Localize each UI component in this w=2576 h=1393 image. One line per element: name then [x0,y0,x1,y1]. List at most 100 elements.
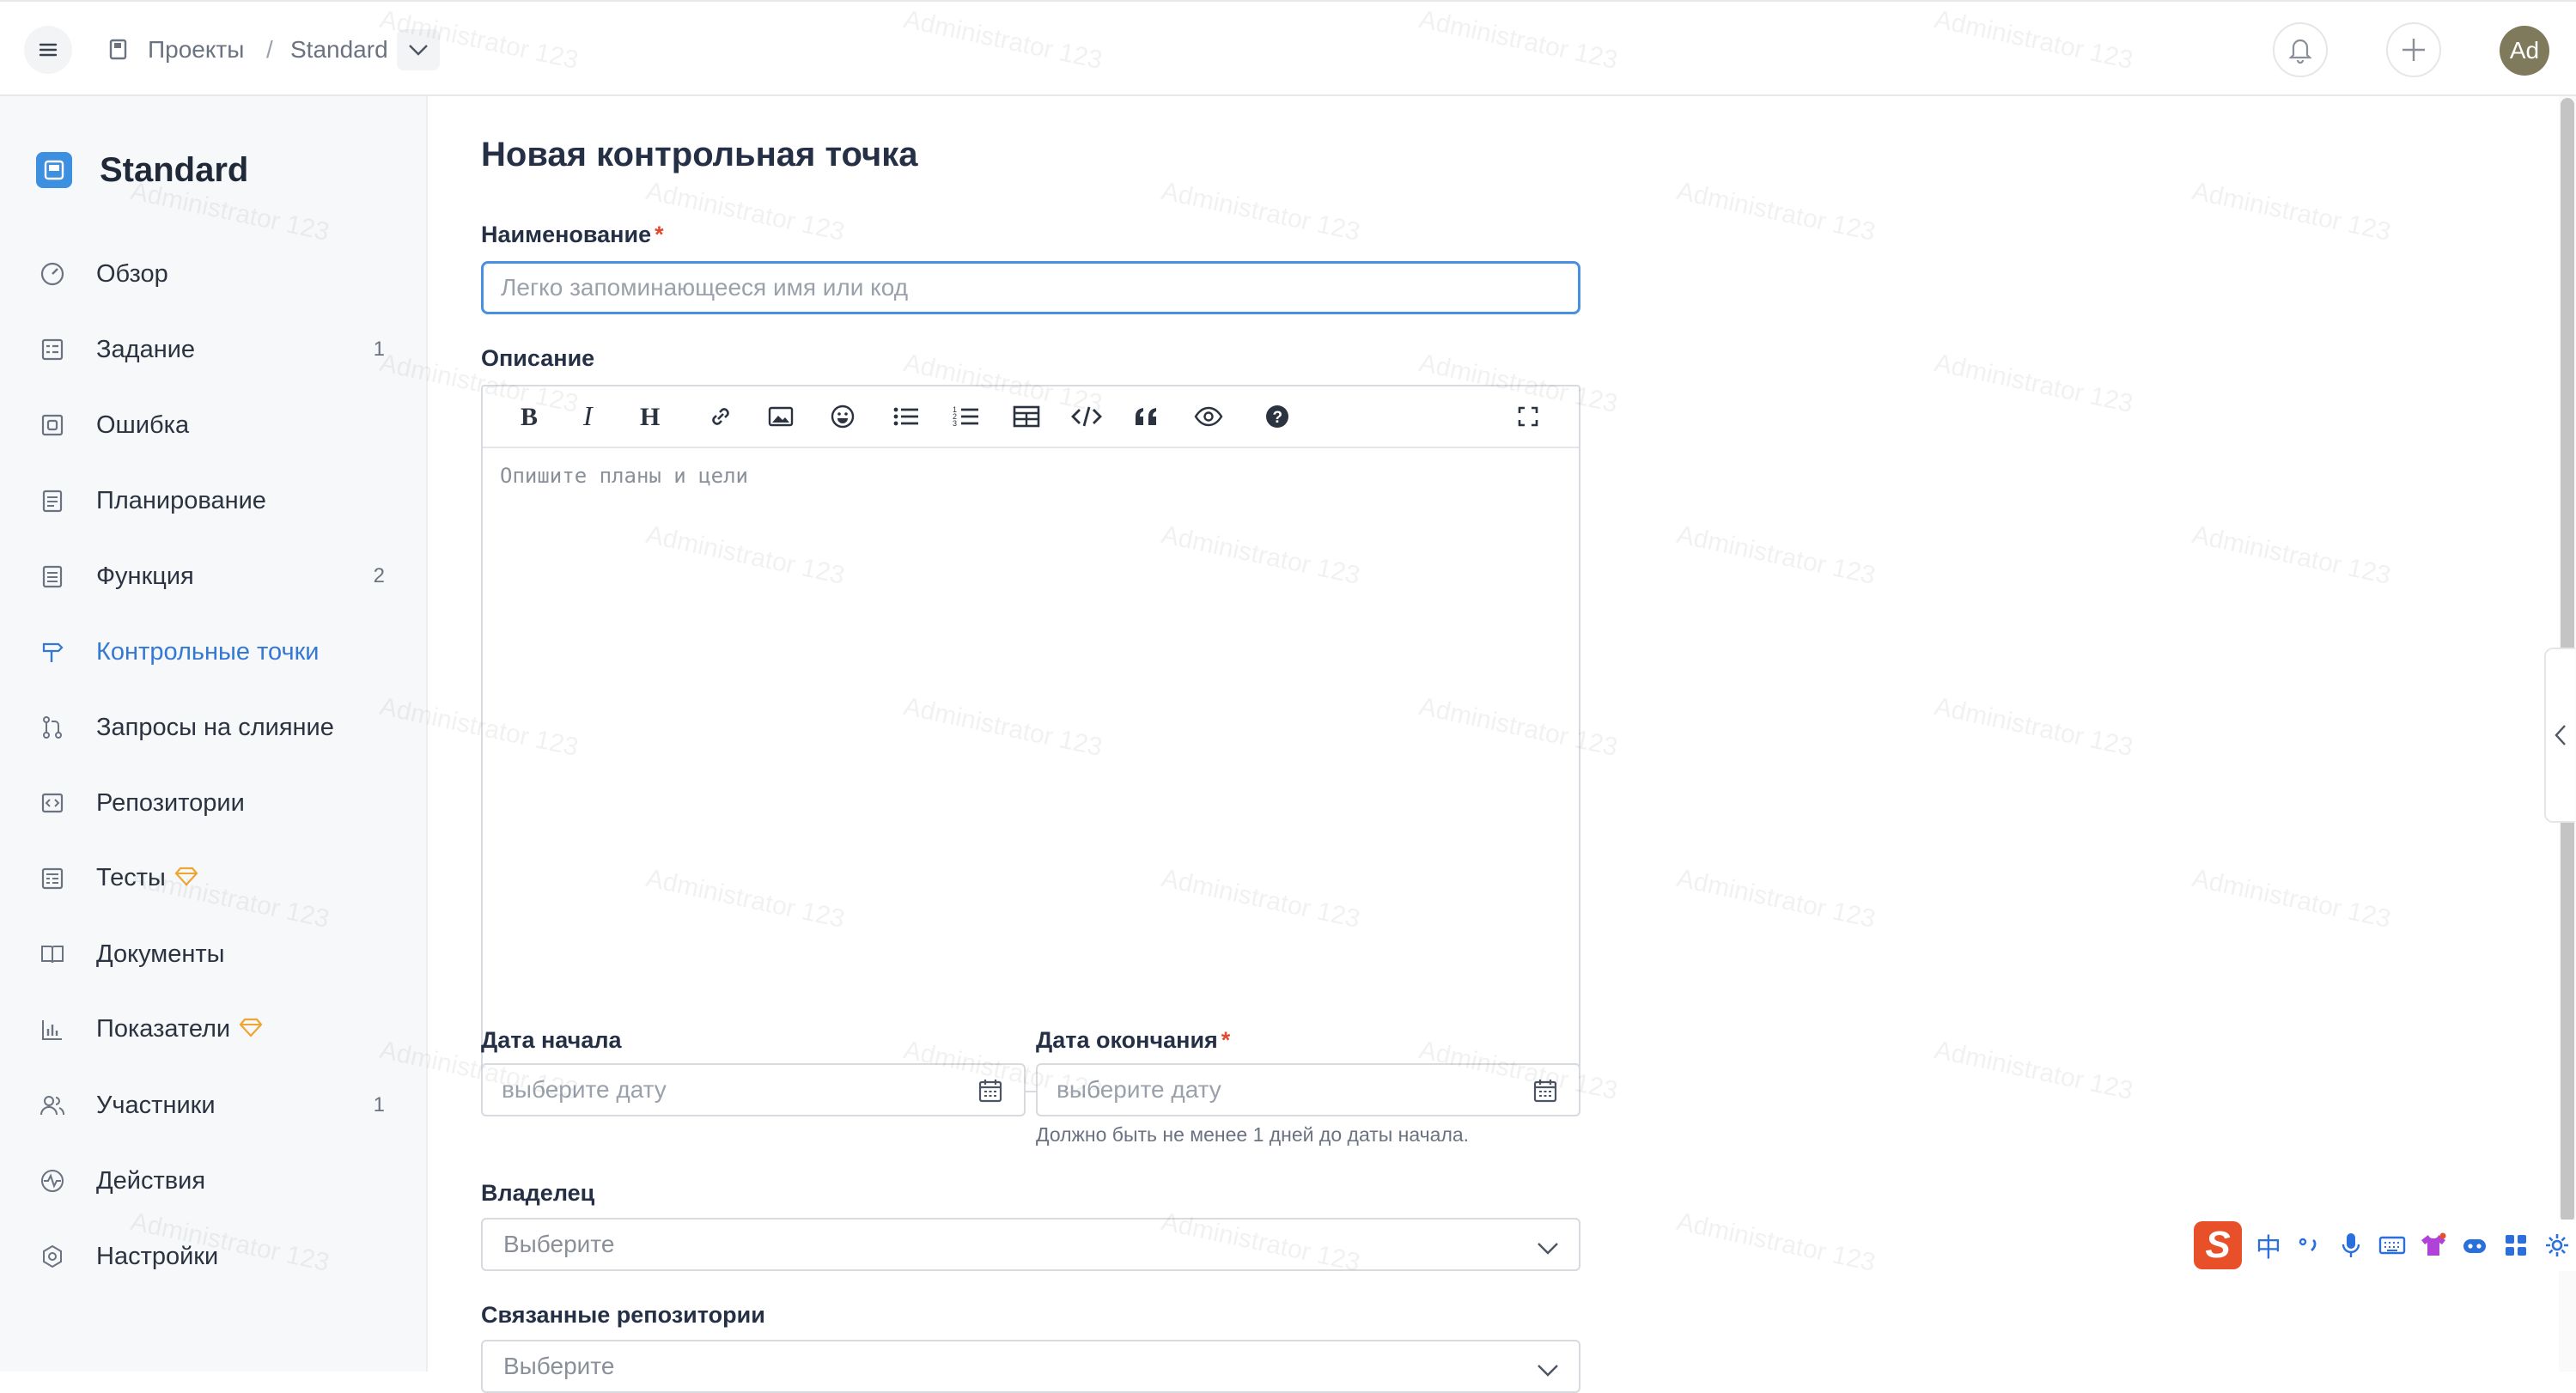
end-date-input[interactable]: выберите дату [1036,1063,1580,1116]
main-content: Новая контрольная точка Наименование* Оп… [429,96,2560,1393]
sidebar-item-label: Обзор [96,259,168,288]
required-mark: * [655,222,664,247]
premium-gem-icon [174,865,198,893]
svg-text:3: 3 [953,419,957,428]
sidebar-item-count: 1 [373,338,385,361]
microphone-icon[interactable] [2336,1231,2366,1260]
name-input[interactable] [481,261,1580,314]
merge-request-icon [38,713,67,742]
code-icon[interactable] [1065,395,1108,438]
numbered-list-icon[interactable]: 123 [945,395,988,438]
sidebar-item-repositories[interactable]: Репозитории [0,773,428,833]
skin-shirt-icon[interactable] [2419,1231,2448,1260]
repositories-placeholder: Выберите [503,1353,615,1379]
start-date-input[interactable]: выберите дату [481,1063,1026,1116]
notifications-button[interactable] [2273,22,2328,77]
breadcrumb-projects[interactable]: Проекты [148,33,244,67]
sidebar-item-tests[interactable]: Тесты [0,849,428,909]
user-avatar[interactable]: Ad [2500,26,2549,76]
sidebar-item-merge-requests[interactable]: Запросы на слияние [0,697,428,757]
breadcrumb-project[interactable]: Standard [290,33,388,67]
sidebar-item-label: Участники [96,1091,216,1119]
hamburger-icon [39,43,58,57]
menu-button[interactable] [24,26,72,74]
ime-logo[interactable]: S [2194,1221,2242,1269]
top-bar: Проекты / Standard Ad [0,0,2576,96]
sidebar-item-label: Действия [96,1166,206,1195]
sidebar-item-features[interactable]: Функция 2 [0,546,428,606]
sidebar-item-activity[interactable]: Действия [0,1151,428,1211]
sidebar-item-label: Запросы на слияние [96,713,334,741]
sidebar-item-count: 1 [373,1093,385,1116]
fullscreen-icon[interactable] [1507,395,1550,438]
owner-label: Владелец [481,1180,595,1206]
owner-select[interactable]: Выберите [481,1218,1580,1271]
sidebar-item-label: Задание [96,335,196,363]
svg-text:B: B [521,404,538,429]
project-logo-icon [36,152,72,188]
description-textarea[interactable]: Опишите планы и цели [500,464,1562,1074]
ime-toolbar: S 中 [2189,1220,2576,1271]
chevron-down-icon [1536,1357,1560,1384]
premium-gem-icon [239,1016,263,1044]
repositories-select[interactable]: Выберите [481,1340,1580,1393]
bell-icon [2288,39,2312,64]
chevron-down-icon [1536,1235,1560,1262]
bullet-list-icon[interactable] [885,395,928,438]
robot-assistant-icon[interactable] [2460,1231,2489,1260]
emoji-icon[interactable] [821,395,864,438]
end-date-placeholder: выберите дату [1057,1076,1221,1103]
sidebar-item-milestones[interactable]: Контрольные точки [0,622,428,682]
image-icon[interactable] [759,395,802,438]
link-icon[interactable] [699,395,742,438]
ime-punctuation-icon[interactable] [2295,1231,2324,1260]
side-panel-toggle[interactable] [2544,648,2575,823]
toolbox-grid-icon[interactable] [2501,1231,2530,1260]
sidebar-item-overview[interactable]: Обзор [0,244,428,304]
sidebar-item-tasks[interactable]: Задание 1 [0,319,428,380]
plus-icon [2402,39,2425,61]
sidebar-item-label: Функция [96,562,194,590]
users-icon [38,1091,67,1120]
repositories-label: Связанные репозитории [481,1302,765,1328]
quote-icon[interactable] [1125,395,1168,438]
heading-icon[interactable]: H [630,395,673,438]
sidebar-item-members[interactable]: Участники 1 [0,1075,428,1135]
svg-text:H: H [640,404,660,429]
sidebar-item-label: Показатели [96,1015,263,1044]
italic-icon[interactable]: I [569,395,612,438]
keyboard-icon[interactable] [2378,1231,2407,1260]
sidebar-item-planning[interactable]: Планирование [0,471,428,531]
gauge-icon [38,259,67,289]
bold-icon[interactable]: B [509,395,551,438]
help-icon[interactable]: ? [1256,395,1299,438]
table-icon[interactable] [1005,395,1048,438]
sidebar-item-metrics[interactable]: Показатели [0,1000,428,1060]
preview-eye-icon[interactable] [1187,395,1230,438]
sidebar-item-count: 2 [373,564,385,587]
end-date-label: Дата окончания * [1036,1027,1231,1053]
chevron-left-icon [2555,725,2566,745]
sidebar-item-bugs[interactable]: Ошибка [0,395,428,455]
document-icon [38,562,67,591]
sidebar-item-documents[interactable]: Документы [0,924,428,984]
project-switch-dropdown[interactable] [397,29,440,70]
sidebar-item-settings[interactable]: Настройки [0,1226,428,1287]
create-new-button[interactable] [2386,22,2441,77]
test-icon [38,864,67,893]
end-date-hint: Должно быть не менее 1 дней до даты нача… [1036,1123,1470,1146]
calendar-list-icon [38,486,67,515]
owner-placeholder: Выберите [503,1231,615,1257]
sidebar-item-label: Репозитории [96,788,245,817]
calendar-icon [1532,1078,1558,1110]
gear-icon [38,1242,67,1271]
ime-language-toggle[interactable]: 中 [2254,1231,2283,1262]
name-label: Наименование * [481,222,664,247]
sidebar-project-header[interactable]: Standard [36,144,248,196]
sidebar-item-label: Настройки [96,1242,219,1270]
sidebar-project-name: Standard [100,150,249,189]
ime-settings-gear-icon[interactable] [2543,1231,2572,1260]
chevron-down-icon [409,45,428,56]
book-icon [38,940,67,969]
sidebar-item-label: Планирование [96,486,266,514]
